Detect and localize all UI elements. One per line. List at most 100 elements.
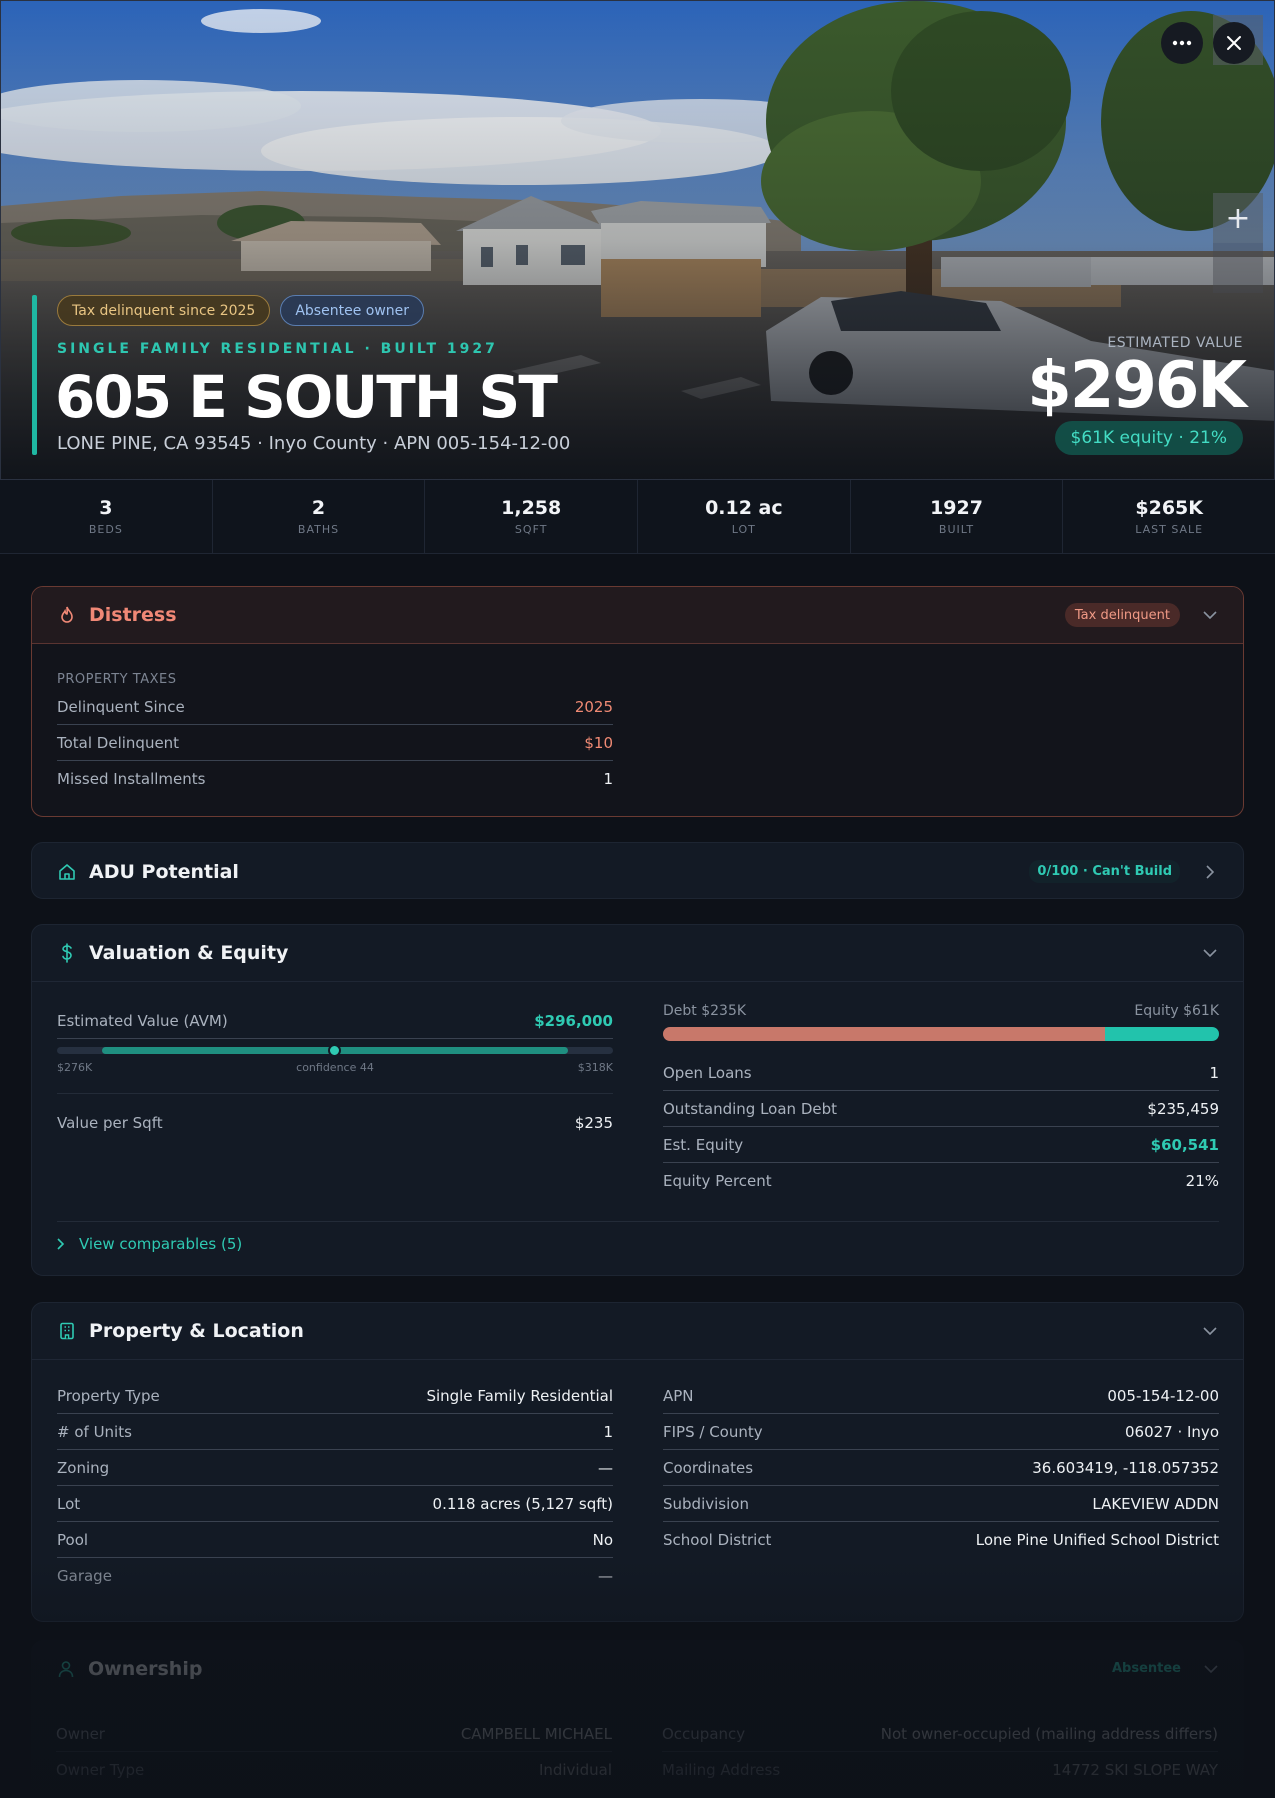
row-key: Value per Sqft bbox=[57, 1114, 163, 1132]
row-value: 0.118 acres (5,127 sqft) bbox=[432, 1494, 613, 1513]
mailing-address-row: Mailing Address 14772 SKI SLOPE WAY bbox=[662, 1752, 1218, 1788]
stat-baths: 2 BATHS bbox=[213, 480, 426, 553]
row-key: Owner Type bbox=[56, 1761, 145, 1779]
close-icon bbox=[1227, 36, 1241, 50]
property-stats-bar: 3 BEDS 2 BATHS 1,258 SQFT 0.12 ac LOT 1927 BU… bbox=[0, 480, 1275, 554]
row-key: FIPS / County bbox=[663, 1422, 763, 1441]
stat-label: BATHS bbox=[297, 523, 340, 536]
row-key: Est. Equity bbox=[663, 1135, 744, 1154]
absentee-owner-chip[interactable]: Absentee owner bbox=[280, 295, 425, 326]
stat-value: 3 bbox=[99, 497, 113, 519]
row-key: Equity Percent bbox=[663, 1172, 772, 1190]
divider bbox=[57, 1221, 1219, 1222]
chevron-right-icon[interactable] bbox=[1202, 864, 1218, 880]
divider bbox=[57, 1093, 613, 1094]
tax-delinquent-chip[interactable]: Tax delinquent since 2025 bbox=[57, 295, 271, 326]
adu-potential-card[interactable]: ADU Potential 0/100 · Can't Build bbox=[31, 842, 1244, 899]
units-row: # of Units 1 bbox=[57, 1414, 613, 1450]
debt-equity-labels: Debt $235K Equity $61K bbox=[663, 1003, 1219, 1019]
row-value: 1 bbox=[1209, 1063, 1219, 1082]
debt-label: Debt $235K bbox=[663, 1003, 747, 1019]
property-subtitle: SINGLE FAMILY RESIDENTIAL · BUILT 1927 bbox=[57, 341, 498, 357]
view-comparables-link[interactable]: View comparables (5) bbox=[57, 1235, 242, 1253]
missed-installments-row: Missed Installments 1 bbox=[57, 761, 613, 797]
row-key: Estimated Value (AVM) bbox=[57, 1011, 228, 1030]
close-button[interactable] bbox=[1213, 22, 1255, 64]
row-value: 005-154-12-00 bbox=[1107, 1386, 1219, 1405]
owner-type-row: Owner Type Individual bbox=[56, 1752, 612, 1788]
subdivision-row: Subdivision LAKEVIEW ADDN bbox=[663, 1486, 1219, 1522]
valuation-equity-card: Valuation & Equity Estimated Value (AVM)… bbox=[31, 924, 1244, 1276]
occupancy-row: Occupancy Not owner-occupied (mailing add… bbox=[662, 1716, 1218, 1752]
row-key: Occupancy bbox=[662, 1724, 746, 1743]
row-key: Property Type bbox=[57, 1386, 160, 1405]
row-value: 14772 SKI SLOPE WAY bbox=[1052, 1761, 1218, 1779]
avm-range-labels: $276K confidence 44 $318K bbox=[57, 1061, 613, 1074]
property-location-card: Property & Location Property Type Single … bbox=[31, 1302, 1244, 1622]
row-value: $296,000 bbox=[534, 1011, 613, 1030]
dollar-icon bbox=[57, 943, 77, 963]
stat-label: BEDS bbox=[88, 523, 123, 536]
estimated-value: $296K bbox=[1027, 349, 1247, 423]
flame-icon bbox=[57, 605, 77, 625]
distress-header[interactable]: Distress Tax delinquent bbox=[32, 587, 1243, 644]
ownership-card: Ownership Absentee Owner CAMPBELL MICHAEL… bbox=[31, 1640, 1244, 1798]
chevron-down-icon[interactable] bbox=[1202, 945, 1218, 961]
school-district-row: School District Lone Pine Unified School … bbox=[663, 1522, 1219, 1558]
garage-row: Garage — bbox=[57, 1558, 613, 1594]
row-value: Individual bbox=[538, 1761, 612, 1779]
range-high: $318K bbox=[577, 1061, 613, 1074]
row-key: Pool bbox=[57, 1530, 89, 1549]
equity-badge: $61K equity · 21% bbox=[1054, 421, 1243, 455]
range-low: $276K bbox=[57, 1061, 93, 1074]
equity-segment bbox=[1105, 1027, 1219, 1041]
row-key: APN bbox=[663, 1386, 694, 1405]
row-key: Owner bbox=[56, 1724, 105, 1743]
avm-estimate-marker bbox=[328, 1044, 341, 1057]
ownership-tag: Absentee bbox=[1111, 1661, 1181, 1676]
row-key: Total Delinquent bbox=[57, 733, 180, 752]
row-value: $235,459 bbox=[1147, 1099, 1219, 1118]
pool-row: Pool No bbox=[57, 1522, 613, 1558]
row-value: 2025 bbox=[574, 697, 613, 716]
equity-percent-row: Equity Percent 21% bbox=[663, 1163, 1219, 1199]
zoning-row: Zoning — bbox=[57, 1450, 613, 1486]
stat-lot: 0.12 ac LOT bbox=[638, 480, 851, 553]
total-delinquent-row: Total Delinquent $10 bbox=[57, 725, 613, 761]
more-options-button[interactable] bbox=[1161, 22, 1203, 64]
building-icon bbox=[57, 1321, 77, 1341]
lot-row: Lot 0.118 acres (5,127 sqft) bbox=[57, 1486, 613, 1522]
ownership-header[interactable]: Ownership Absentee bbox=[31, 1640, 1244, 1697]
avm-row: Estimated Value (AVM) $296,000 bbox=[57, 1003, 613, 1039]
map-zoom-out-button[interactable] bbox=[1213, 243, 1263, 293]
owner-row: Owner CAMPBELL MICHAEL bbox=[56, 1716, 612, 1752]
map-zoom-in-button[interactable]: + bbox=[1213, 193, 1263, 243]
adu-title: ADU Potential bbox=[89, 860, 239, 883]
stat-label: LOT bbox=[731, 523, 756, 536]
stat-label: SQFT bbox=[514, 523, 548, 536]
stat-built: 1927 BUILT bbox=[851, 480, 1064, 553]
chevron-down-icon[interactable] bbox=[1203, 1661, 1219, 1677]
row-value: 36.603419, -118.057352 bbox=[1032, 1458, 1219, 1477]
apn-row: APN 005-154-12-00 bbox=[663, 1378, 1219, 1414]
stat-label: LAST SALE bbox=[1135, 523, 1204, 536]
stat-label: BUILT bbox=[938, 523, 975, 536]
chevron-down-icon[interactable] bbox=[1202, 607, 1218, 623]
hero-tag-row: Tax delinquent since 2025 Absentee owner bbox=[57, 295, 425, 326]
chevron-down-icon[interactable] bbox=[1202, 1323, 1218, 1339]
row-value: $235 bbox=[574, 1114, 613, 1132]
stat-value: 2 bbox=[311, 497, 326, 519]
row-key: Mailing Address bbox=[662, 1761, 781, 1779]
value-per-sqft-row: Value per Sqft $235 bbox=[57, 1105, 613, 1141]
adu-header[interactable]: ADU Potential 0/100 · Can't Build bbox=[32, 843, 1243, 898]
row-value: $10 bbox=[584, 733, 613, 752]
more-icon bbox=[1172, 40, 1192, 46]
valuation-header[interactable]: Valuation & Equity bbox=[32, 925, 1243, 982]
property-header[interactable]: Property & Location bbox=[32, 1303, 1243, 1360]
row-key: Open Loans bbox=[663, 1063, 752, 1082]
stat-value: $265K bbox=[1135, 497, 1203, 519]
distress-title: Distress bbox=[89, 604, 177, 626]
avm-range-track bbox=[57, 1044, 613, 1057]
row-value: LAKEVIEW ADDN bbox=[1092, 1494, 1219, 1513]
distress-tag: Tax delinquent bbox=[1064, 603, 1180, 627]
